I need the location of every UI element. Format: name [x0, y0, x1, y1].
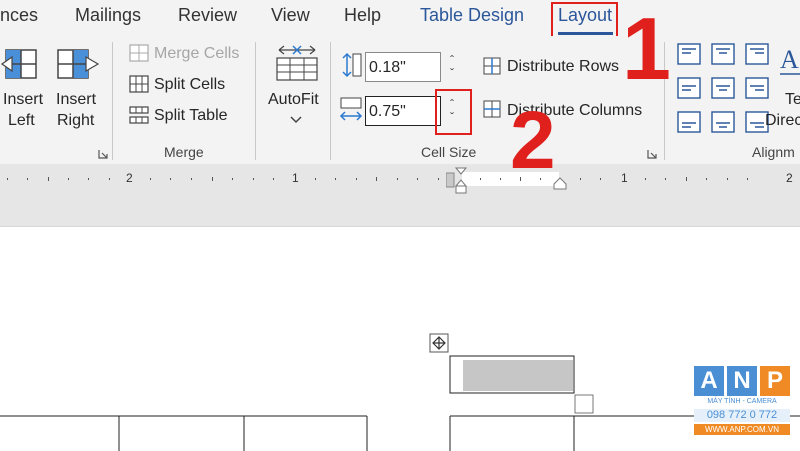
document-table[interactable] — [0, 227, 800, 451]
tab-references[interactable]: nces — [0, 5, 38, 26]
launcher-icon[interactable] — [647, 146, 657, 159]
tab-view[interactable]: View — [271, 5, 310, 26]
text-direction-label[interactable]: Te — [785, 91, 800, 109]
merge-group-label: Merge — [164, 144, 204, 160]
watermark-letter: N — [727, 366, 757, 396]
document-page[interactable] — [0, 226, 800, 451]
merge-cells-button[interactable]: Merge Cells — [154, 45, 239, 63]
step-number-1: 1 — [622, 0, 671, 98]
group-separator — [330, 42, 331, 160]
group-separator — [255, 42, 256, 160]
document-margin — [0, 194, 800, 226]
distribute-columns-icon — [483, 100, 501, 118]
row-height-spin-up[interactable]: ˆ — [450, 54, 454, 66]
watermark-letter: A — [694, 366, 724, 396]
ruler-number: 2 — [126, 171, 133, 185]
split-table-button[interactable]: Split Table — [154, 107, 228, 125]
highlight-box-layout-tab — [551, 2, 618, 38]
alignment-grid-icon[interactable] — [676, 42, 772, 134]
row-height-spin-down[interactable]: ˇ — [450, 67, 454, 79]
split-table-icon — [129, 106, 149, 124]
group-separator — [112, 42, 113, 160]
watermark-letter: P — [760, 366, 790, 396]
insert-right-label-2[interactable]: Right — [57, 112, 94, 130]
insert-left-icon[interactable] — [0, 48, 40, 80]
row-height-icon — [342, 52, 362, 78]
autofit-button[interactable]: AutoFit — [268, 91, 319, 109]
split-cells-icon — [129, 75, 149, 93]
column-width-input[interactable]: 0.75" — [365, 96, 441, 126]
insert-left-label-2[interactable]: Left — [8, 112, 35, 130]
indent-marker-icon[interactable] — [446, 166, 474, 196]
tab-mailings[interactable]: Mailings — [75, 5, 141, 26]
watermark-phone: 098 772 0 772 — [694, 409, 790, 422]
ruler-ticks — [7, 177, 789, 181]
ruler-number: 1 — [621, 171, 628, 185]
insert-right-icon[interactable] — [56, 48, 100, 80]
horizontal-ruler[interactable]: 2 1 1 2 — [0, 164, 800, 194]
chevron-down-icon[interactable] — [290, 116, 302, 124]
step-number-2: 2 — [510, 95, 556, 186]
highlight-box-spinner — [435, 89, 472, 135]
autofit-icon[interactable] — [275, 44, 319, 82]
distribute-rows-icon — [483, 57, 501, 75]
text-direction-icon[interactable]: A — [778, 42, 800, 82]
text-direction-label-2[interactable]: Direc — [765, 112, 800, 130]
watermark-site: WWW.ANP.COM.VN — [694, 424, 790, 435]
column-width-icon — [339, 97, 363, 121]
merge-cells-icon — [129, 44, 149, 62]
ruler-number: 2 — [786, 171, 793, 185]
ribbon-tab-bar: nces Mailings Review View Help Table Des… — [0, 0, 800, 38]
row-height-input[interactable]: 0.18" — [365, 52, 441, 82]
insert-left-label[interactable]: Insert — [3, 91, 43, 109]
tab-review[interactable]: Review — [178, 5, 237, 26]
cell-size-group-label: Cell Size — [421, 144, 477, 160]
ribbon: Insert Left Insert Right Merge Cells Spl… — [0, 36, 800, 164]
tab-help[interactable]: Help — [344, 5, 381, 26]
insert-right-label[interactable]: Insert — [56, 91, 96, 109]
tab-table-design[interactable]: Table Design — [420, 5, 524, 26]
launcher-icon[interactable] — [98, 146, 108, 159]
svg-text:A: A — [780, 45, 799, 74]
distribute-rows-button[interactable]: Distribute Rows — [507, 58, 619, 76]
split-cells-button[interactable]: Split Cells — [154, 76, 225, 94]
ruler-number: 1 — [292, 171, 299, 185]
alignment-group-label: Alignm — [752, 144, 795, 160]
watermark-tagline: MÁY TÍNH - CAMERA — [707, 398, 777, 405]
